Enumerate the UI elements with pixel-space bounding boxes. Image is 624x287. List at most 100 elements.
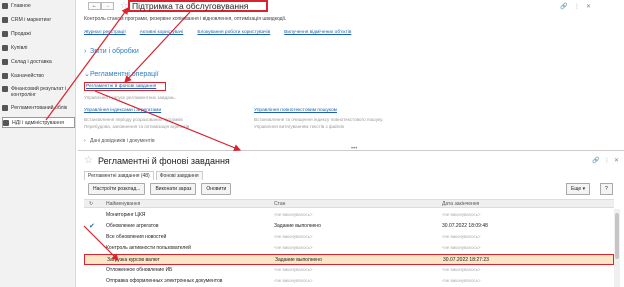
- task-state: <не виконувалось>: [274, 234, 313, 239]
- task-date: <не виконувалось>: [442, 245, 481, 250]
- regulated-icon: [2, 105, 8, 111]
- tab-scheduled[interactable]: Регламентні завдання (48): [84, 171, 154, 180]
- task-state: Задание выполнено: [275, 257, 322, 263]
- vertical-scrollbar[interactable]: [614, 209, 620, 287]
- fulltext-desc-2: Управління витягуванням текстів з файлів: [254, 124, 344, 129]
- back-button[interactable]: ←: [88, 2, 101, 10]
- section-reports[interactable]: › Звіти і обробки: [84, 48, 139, 55]
- indexes-link[interactable]: Управління індексами і агрегатами: [84, 108, 161, 113]
- task-state: <не виконувалось>: [274, 278, 313, 283]
- sidebar-item-label: Склад і доставка: [11, 59, 52, 65]
- page-subtitle: Контроль станом програми, резервне копію…: [84, 16, 287, 22]
- refresh-button[interactable]: Оновити: [201, 183, 232, 195]
- help-button[interactable]: ?: [600, 183, 613, 195]
- sidebar-item-regulated[interactable]: Регламентований облік: [2, 105, 75, 111]
- sidebar-item-crm[interactable]: CRM і маркетинг: [2, 17, 75, 23]
- quick-links: Журнал реєстрації Активні користувачі Бл…: [84, 30, 351, 35]
- link-icon[interactable]: 🔗: [560, 3, 567, 10]
- table-row[interactable]: Отправка оформленных электронных докумен…: [84, 276, 614, 287]
- column-state[interactable]: Стан: [274, 201, 285, 207]
- table-header: ↻ Найменування Стан Дата закінчення: [84, 199, 614, 208]
- task-state: <не виконувалось>: [274, 212, 313, 217]
- crm-icon: [2, 17, 8, 23]
- section-title: Дані довідників і документів: [90, 138, 155, 144]
- table-row[interactable]: Загрузка курсов валют Задание выполнено 30…: [84, 254, 614, 265]
- task-state: <не виконувалось>: [274, 267, 313, 272]
- task-date: <не виконувалось>: [442, 212, 481, 217]
- link-active-users[interactable]: Активні користувачі: [140, 30, 184, 35]
- table-row[interactable]: ✔ Обновление агрегатов Задание выполнено 30…: [84, 221, 614, 232]
- task-name: Загрузка курсов валют: [107, 257, 160, 263]
- nav-buttons: ← →: [88, 2, 114, 10]
- fulltext-link[interactable]: Управління повнотекстовим пошуком: [254, 108, 337, 113]
- column-name[interactable]: Найменування: [106, 201, 140, 207]
- task-name: Контроль активности пользователей: [106, 245, 191, 251]
- indexes-desc-1: Встановлення періоду розрахованих підсум…: [84, 117, 183, 122]
- gear-icon: [3, 119, 9, 126]
- sidebar-item-warehouse[interactable]: Склад і доставка: [2, 59, 75, 65]
- tab-background[interactable]: Фонові завдання: [155, 171, 203, 180]
- configure-schedule-button[interactable]: Настроїти розклад...: [88, 183, 146, 195]
- reglament-link-desc: Управління і запуск регламентних завдань…: [84, 95, 176, 100]
- check-icon: ✔: [89, 223, 95, 230]
- sidebar-item-finance[interactable]: Фінансовий результат і контролінг: [2, 86, 75, 98]
- indexes-desc-2: Перебудова, заповнення та оптимізація аг…: [84, 124, 190, 129]
- task-date: <не виконувалось>: [442, 267, 481, 272]
- section-title: Регламентні операції: [90, 71, 159, 78]
- link-icon[interactable]: 🔗: [592, 157, 599, 164]
- tabs: Регламентні завдання (48) Фонові завданн…: [84, 171, 203, 180]
- link-block-users[interactable]: Блокування роботи користувачів: [197, 30, 270, 35]
- column-date[interactable]: Дата закінчення: [442, 201, 479, 207]
- favorite-star-icon[interactable]: ☆: [120, 0, 128, 10]
- task-name: Мониторинг ЦКЯ: [106, 212, 146, 218]
- toolbar: Настроїти розклад... Виконати зараз Онов…: [88, 183, 232, 195]
- more-button[interactable]: Еще ▾: [566, 183, 591, 195]
- close-icon[interactable]: ✕: [586, 3, 591, 10]
- sales-icon: [2, 31, 8, 37]
- window-title: Регламентні й фонові завдання: [98, 156, 230, 166]
- sidebar-item-label: Казначейство: [11, 73, 44, 79]
- sidebar-item-label: Фінансовий результат і контролінг: [11, 86, 67, 98]
- table-row[interactable]: Мониторинг ЦКЯ <не виконувалось> <не викон…: [84, 210, 614, 221]
- more-options-icon[interactable]: ⋮: [574, 3, 580, 10]
- treasury-icon: [2, 73, 8, 79]
- table-row[interactable]: Отложенное обновление ИБ <не виконувалось…: [84, 265, 614, 276]
- forward-button[interactable]: →: [101, 2, 114, 10]
- close-icon[interactable]: ✕: [614, 157, 619, 164]
- task-state: Задание выполнено: [274, 223, 321, 229]
- task-name: Обновление агрегатов: [106, 223, 159, 229]
- table-row[interactable]: Контроль активности пользователей <не вик…: [84, 243, 614, 254]
- sidebar-item-admin[interactable]: НДІ і адміністрування: [2, 117, 75, 128]
- menu-icon: [2, 3, 8, 9]
- task-date: <не виконувалось>: [442, 234, 481, 239]
- section-reglament[interactable]: ⌄Регламентні операції: [84, 70, 159, 78]
- scrollbar-thumb[interactable]: [615, 213, 619, 259]
- table-row[interactable]: Все обновления новостей <не виконувалось>…: [84, 232, 614, 243]
- more-options-icon[interactable]: ⋮: [604, 157, 610, 164]
- task-date: 30.07.2022 18:27:23: [443, 257, 489, 263]
- task-name: Все обновления новостей: [106, 234, 167, 240]
- reglament-tasks-link[interactable]: Регламентні й фонові завдання: [84, 82, 166, 91]
- section-bottom[interactable]: › Дані довідників і документів: [84, 138, 155, 144]
- link-delete-marked[interactable]: Вилучення відмічених об'єктів: [284, 30, 351, 35]
- favorite-star-icon[interactable]: ☆: [84, 155, 93, 166]
- link-event-log[interactable]: Журнал реєстрації: [84, 30, 126, 35]
- task-state: <не виконувалось>: [274, 245, 313, 250]
- sidebar: Главное CRM і маркетинг Продажі Купівлі …: [0, 0, 76, 287]
- finance-icon: [2, 86, 8, 92]
- sidebar-item-sales[interactable]: Продажі: [2, 31, 75, 37]
- sidebar-item-label: НДІ і адміністрування: [12, 119, 64, 126]
- task-date: 30.07.2022 18:09:48: [442, 223, 488, 229]
- task-name: Отложенное обновление ИБ: [106, 267, 173, 273]
- task-name: Отправка оформленных электронных докумен…: [106, 278, 223, 284]
- sidebar-item-main[interactable]: Главное: [2, 3, 75, 9]
- sidebar-item-label: Продажі: [11, 31, 31, 37]
- sidebar-item-treasury[interactable]: Казначейство: [2, 73, 75, 79]
- fulltext-desc-1: Встановлення та очищення індексу повноте…: [254, 117, 384, 122]
- section-title: Звіти і обробки: [90, 48, 139, 55]
- run-now-button[interactable]: Виконати зараз: [150, 183, 197, 195]
- sidebar-item-purchases[interactable]: Купівлі: [2, 45, 75, 51]
- page-title: Підтримка та обслуговування: [128, 0, 268, 12]
- warehouse-icon: [2, 59, 8, 65]
- sidebar-item-label: Купівлі: [11, 45, 28, 51]
